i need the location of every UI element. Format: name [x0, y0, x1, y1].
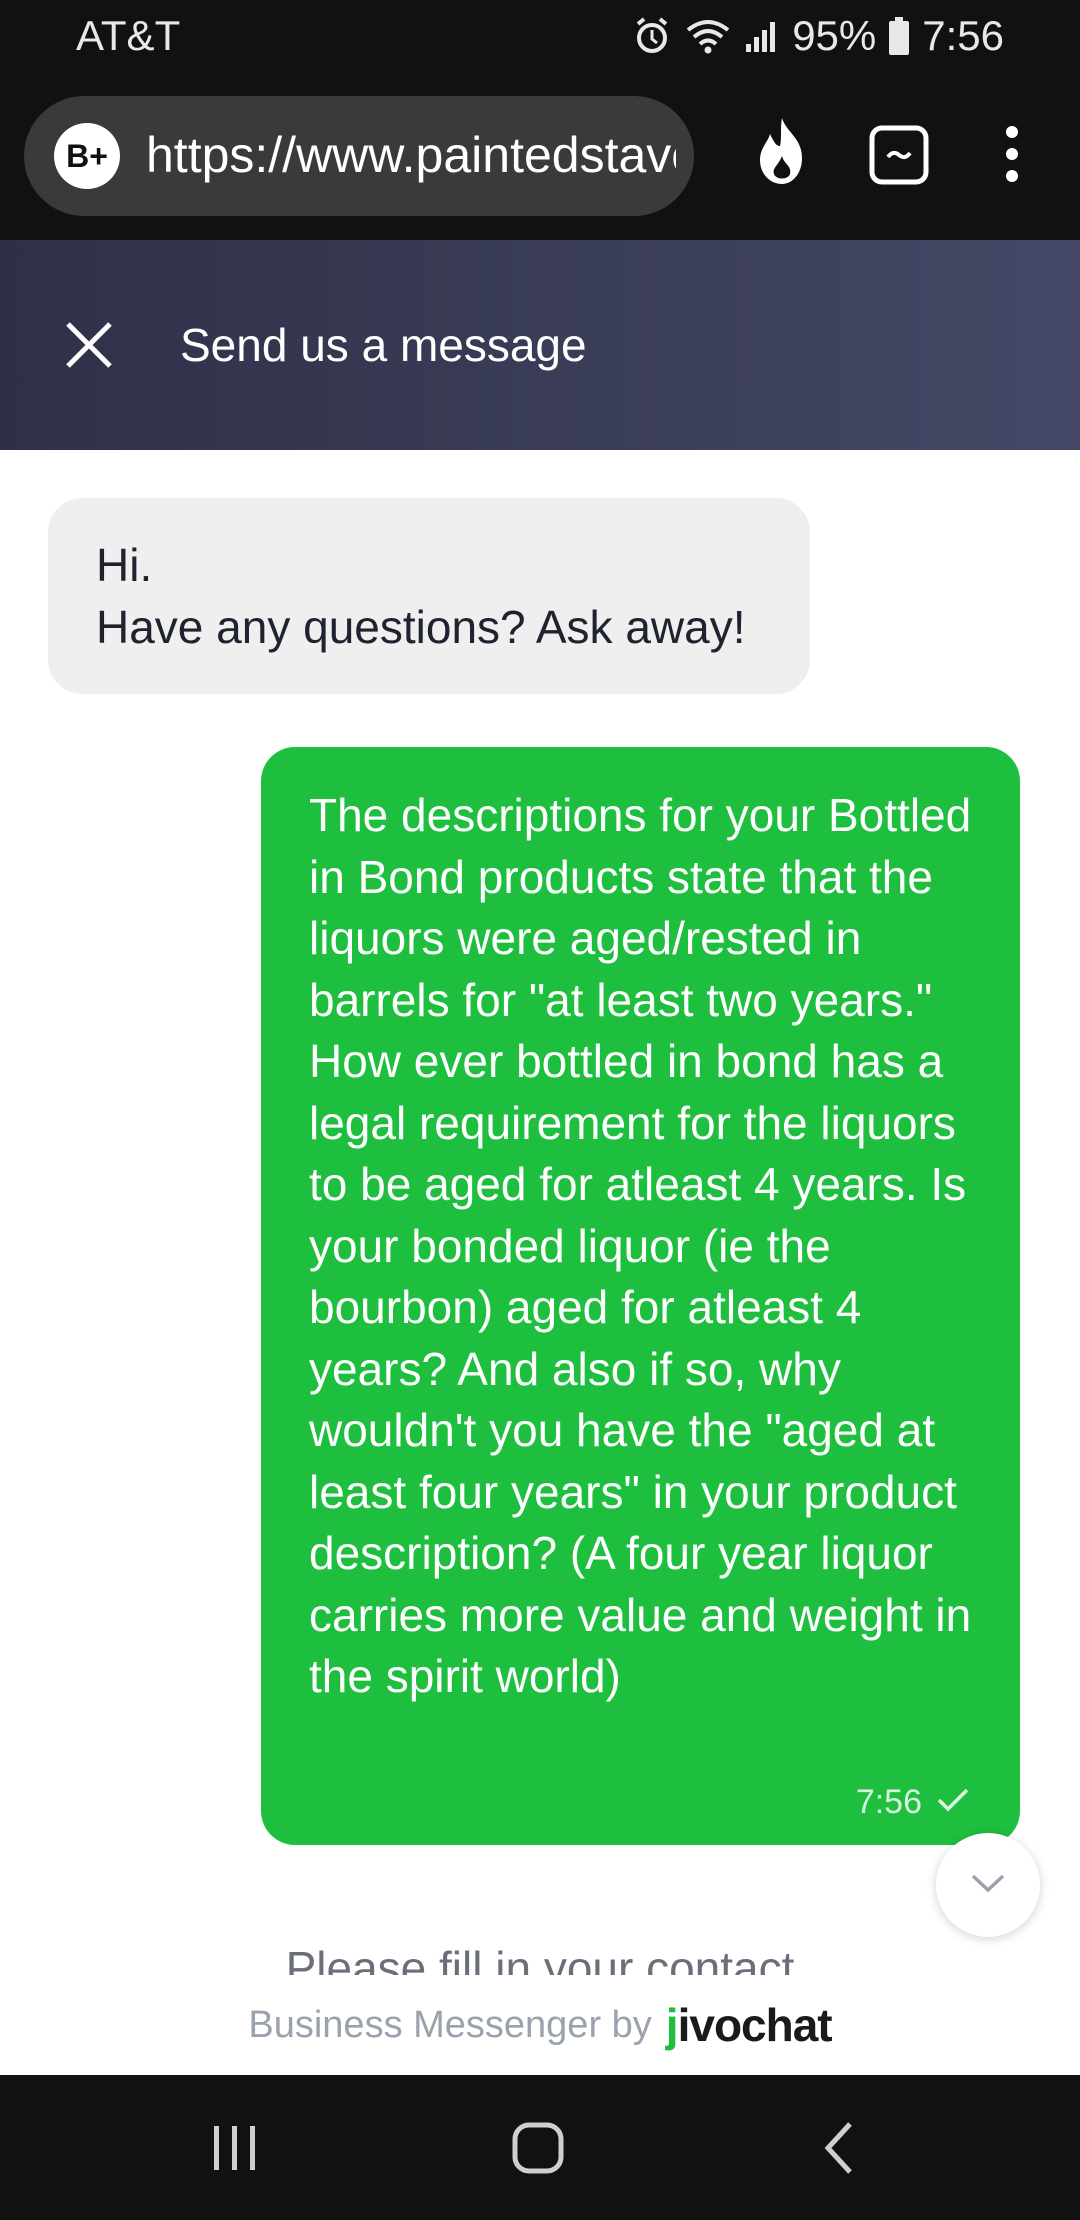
- outgoing-message: The descriptions for your Bottled in Bon…: [261, 747, 1020, 1845]
- tab-switcher-icon[interactable]: [868, 124, 930, 191]
- battery-icon: [888, 16, 910, 56]
- chevron-down-icon: [970, 1872, 1006, 1899]
- message-meta: 7:56: [856, 1772, 970, 1834]
- wifi-icon: [684, 16, 732, 56]
- business-messenger-label: Business Messenger by: [248, 2003, 652, 2046]
- system-navigation-bar: [0, 2075, 1080, 2220]
- contact-prompt: Please fill in your contact: [285, 1942, 795, 1975]
- overflow-menu-icon[interactable]: [1002, 124, 1022, 189]
- checkmark-icon: [936, 1772, 970, 1834]
- status-icons: 95% 7:56: [632, 12, 1004, 60]
- home-icon[interactable]: [510, 2120, 566, 2181]
- signal-icon: [744, 18, 780, 54]
- recent-apps-icon[interactable]: [210, 2120, 260, 2181]
- jivochat-logo-text: ivochat: [677, 1999, 833, 2051]
- clock: 7:56: [922, 12, 1004, 59]
- message-text: The descriptions for your Bottled in Bon…: [309, 789, 972, 1702]
- site-security-badge[interactable]: B+: [54, 123, 120, 189]
- message-time: 7:56: [855, 1782, 922, 1821]
- message-line: Have any questions? Ask away!: [96, 601, 746, 653]
- address-bar[interactable]: B+ https://www.paintedstave.com: [24, 96, 694, 216]
- browser-toolbar: B+ https://www.paintedstave.com: [0, 72, 1080, 240]
- chat-messages[interactable]: Hi. Have any questions? Ask away! The de…: [0, 450, 1080, 1975]
- flame-icon[interactable]: [752, 116, 812, 191]
- alarm-icon: [632, 16, 672, 56]
- url-text[interactable]: https://www.paintedstave.com: [146, 126, 676, 184]
- scroll-to-bottom-button[interactable]: [936, 1833, 1040, 1937]
- message-line: Hi.: [96, 539, 153, 591]
- jivochat-logo-mark: j: [665, 1999, 679, 2051]
- close-icon[interactable]: [64, 320, 114, 370]
- incoming-message: Hi. Have any questions? Ask away!: [48, 498, 810, 694]
- chat-title: Send us a message: [180, 319, 587, 371]
- jivochat-logo[interactable]: jivochat: [665, 1998, 833, 2052]
- battery-percent: 95%: [792, 12, 877, 59]
- carrier-label: AT&T: [76, 12, 181, 59]
- back-icon[interactable]: [822, 2120, 856, 2181]
- status-bar: AT&T 95% 7:56: [0, 0, 1080, 72]
- chat-header: Send us a message: [0, 240, 1080, 450]
- branding-footer: Business Messenger by jivochat: [0, 1975, 1080, 2075]
